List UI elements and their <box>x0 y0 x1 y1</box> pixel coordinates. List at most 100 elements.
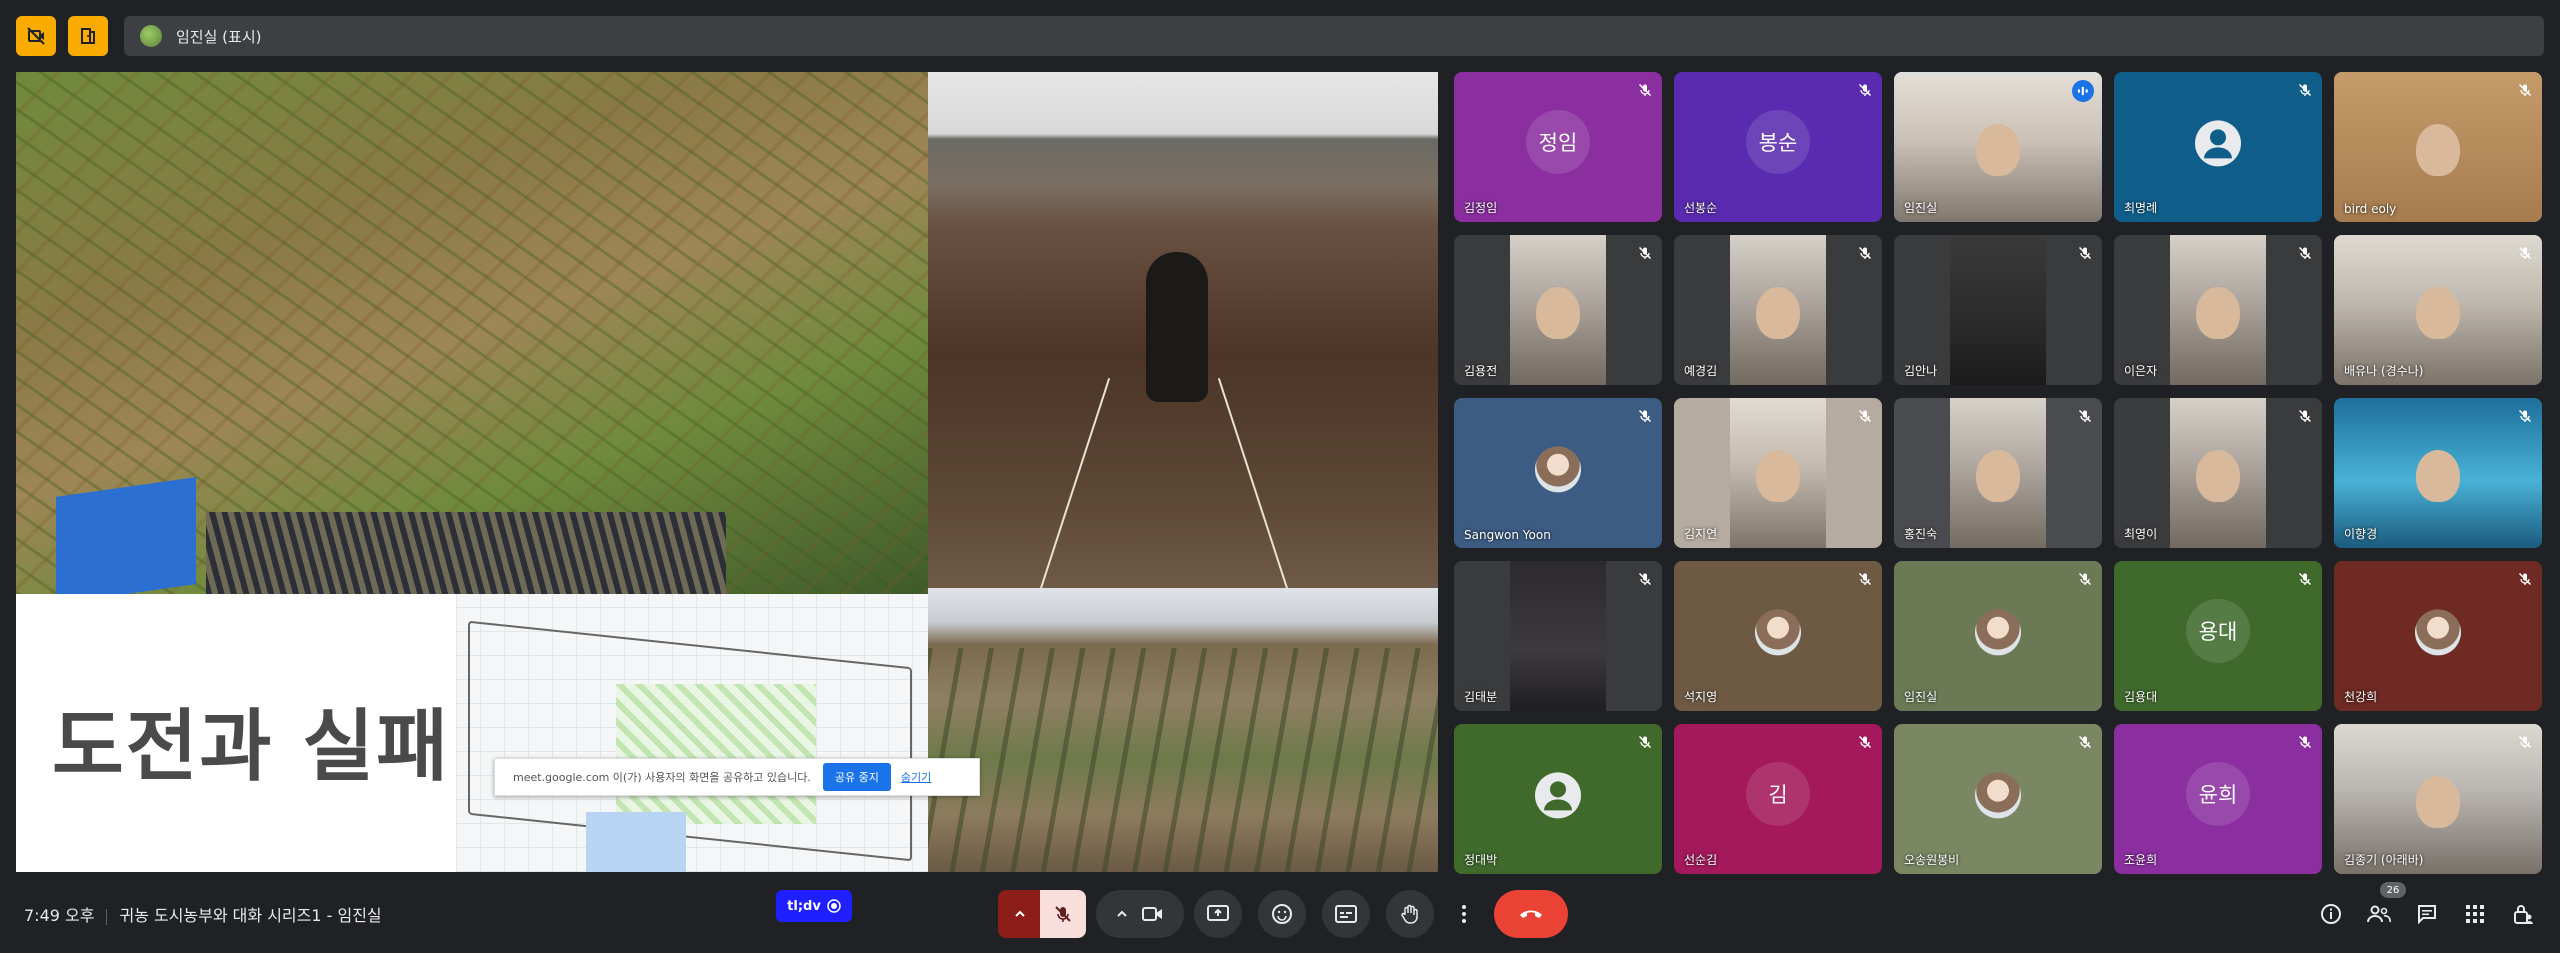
mic-off-icon <box>1858 408 1872 423</box>
shared-screen[interactable]: 도전과 실패 meet.google.com 이(가) 사용자의 화면을 공유하… <box>16 72 1438 872</box>
participant-name: 석지영 <box>1684 690 1718 704</box>
top-bar: 임진실 (표시) <box>0 0 2560 70</box>
activities-button[interactable] <box>2458 897 2492 931</box>
participant-tile[interactable]: 김용전 <box>1454 235 1662 385</box>
participant-tile[interactable]: 오송원봉비 <box>1894 724 2102 874</box>
participant-tile[interactable]: 김태분 <box>1454 561 1662 711</box>
map-blue-area <box>586 812 686 872</box>
participant-tile[interactable]: 김종기 (아래바) <box>2334 724 2542 874</box>
chat-button[interactable] <box>2410 897 2444 931</box>
more-options-button[interactable] <box>1442 890 1486 938</box>
participant-tile[interactable]: 김지연 <box>1674 398 1882 548</box>
furrows <box>928 648 1438 872</box>
participant-tile[interactable]: 윤희 조윤희 <box>2114 724 2322 874</box>
participant-name: 오송원봉비 <box>1904 853 1960 867</box>
share-notice-bar: meet.google.com 이(가) 사용자의 화면을 공유하고 있습니다.… <box>494 758 980 796</box>
participant-tile[interactable]: 임진실 <box>1894 561 2102 711</box>
video-feed <box>1510 561 1606 711</box>
participant-name: 배유나 (경수나) <box>2344 364 2424 378</box>
farmer-figure <box>1146 252 1208 402</box>
participant-face <box>2416 287 2460 339</box>
emoji-icon <box>1272 904 1292 924</box>
participant-tile[interactable]: 임진실 <box>1894 72 2102 222</box>
door-icon <box>81 28 95 44</box>
mic-off-icon <box>1858 245 1872 260</box>
mic-off-icon <box>1638 734 1652 749</box>
meeting-title: 귀농 도시농부와 대화 시리즈1 - 임진실 <box>119 906 382 925</box>
mic-off-icon <box>2518 245 2532 260</box>
participant-face <box>1976 450 2020 502</box>
participant-name: 이향경 <box>2344 527 2378 541</box>
participant-tile[interactable]: 최영이 <box>2114 398 2322 548</box>
captions-button[interactable] <box>1322 890 1370 938</box>
hang-up-icon <box>1520 910 1542 918</box>
microphone-toggle-button[interactable] <box>1040 890 1086 938</box>
participant-name: 김용전 <box>1464 364 1498 378</box>
chevron-up-icon <box>1117 910 1127 917</box>
raise-hand-button[interactable] <box>1386 890 1434 938</box>
participant-face <box>1756 287 1800 339</box>
presenter-bar[interactable]: 임진실 (표시) <box>124 16 2544 56</box>
participant-name: 김태분 <box>1464 690 1498 704</box>
participant-tile[interactable]: 봉순 선봉순 <box>1674 72 1882 222</box>
map-green-area <box>616 684 816 824</box>
participant-tile[interactable]: bird eoly <box>2334 72 2542 222</box>
participant-name: bird eoly <box>2344 202 2397 216</box>
meeting-details-button[interactable] <box>2314 897 2348 931</box>
mic-off-icon <box>1638 571 1652 586</box>
mic-off-icon <box>2078 734 2092 749</box>
participant-tile[interactable]: 김안나 <box>1894 235 2102 385</box>
video-feed <box>2170 235 2266 385</box>
initials-avatar: 정임 <box>1526 109 1590 174</box>
slide-title: 도전과 실패 <box>52 702 450 792</box>
participant-face <box>1756 450 1800 502</box>
participant-name: 최영이 <box>2124 527 2158 541</box>
meeting-info: 7:49 오후 귀농 도시농부와 대화 시리즈1 - 임진실 <box>24 902 382 926</box>
mic-off-icon <box>1858 82 1872 97</box>
participant-tile[interactable]: 배유나 (경수나) <box>2334 235 2542 385</box>
initials-avatar: 용대 <box>2186 598 2250 663</box>
audio-options-button[interactable] <box>998 890 1042 938</box>
video-feed <box>1950 235 2046 385</box>
participant-tile[interactable]: 정임 김정임 <box>1454 72 1662 222</box>
participant-tile[interactable]: 용대 김용대 <box>2114 561 2322 711</box>
participant-tile[interactable]: 천강희 <box>2334 561 2542 711</box>
site-plan-map <box>456 594 928 872</box>
info-icon <box>2321 904 2341 924</box>
participant-tile[interactable]: 홍진숙 <box>1894 398 2102 548</box>
participant-tile[interactable]: 정대박 <box>1454 724 1662 874</box>
tldv-button[interactable]: tl;dv <box>776 890 852 922</box>
participant-tile[interactable]: 이향경 <box>2334 398 2542 548</box>
slide-panel: 도전과 실패 <box>16 594 928 872</box>
participant-face <box>2416 776 2460 828</box>
camera-toggle-button[interactable] <box>1096 890 1184 938</box>
participant-name: 김지연 <box>1684 527 1718 541</box>
participant-name: 조윤희 <box>2124 853 2158 867</box>
reactions-button[interactable] <box>1258 890 1306 938</box>
host-controls-button[interactable] <box>2506 897 2540 931</box>
video-camera-icon <box>1142 907 1162 921</box>
stop-sharing-button[interactable]: 공유 중지 <box>822 763 891 791</box>
leave-call-button[interactable] <box>1494 890 1568 938</box>
participant-tile[interactable]: 석지영 <box>1674 561 1882 711</box>
participant-face <box>2416 450 2460 502</box>
participant-tile[interactable]: Sangwon Yoon <box>1454 398 1662 548</box>
mic-off-icon <box>2298 408 2312 423</box>
field-work-photo <box>928 72 1438 626</box>
hide-button[interactable]: 숨기기 <box>901 769 931 785</box>
participant-name: 최명례 <box>2124 201 2158 215</box>
camera-off-icon-button[interactable] <box>16 16 56 56</box>
present-screen-button[interactable] <box>1194 890 1242 938</box>
bottom-bar: 7:49 오후 귀농 도시농부와 대화 시리즈1 - 임진실 tl;dv 26 <box>0 872 2560 953</box>
participant-tile[interactable]: 예경김 <box>1674 235 1882 385</box>
participant-name: Sangwon Yoon <box>1464 528 1551 542</box>
participant-tile[interactable]: 이은자 <box>2114 235 2322 385</box>
video-feed <box>1950 398 2046 548</box>
video-feed <box>2170 398 2266 548</box>
participant-tile[interactable]: 김 선순김 <box>1674 724 1882 874</box>
participant-tile[interactable]: 최명례 <box>2114 72 2322 222</box>
doors-icon-button[interactable] <box>68 16 108 56</box>
initials-avatar: 김 <box>1746 761 1810 826</box>
mic-off-icon <box>1858 734 1872 749</box>
people-button[interactable] <box>2362 897 2396 931</box>
